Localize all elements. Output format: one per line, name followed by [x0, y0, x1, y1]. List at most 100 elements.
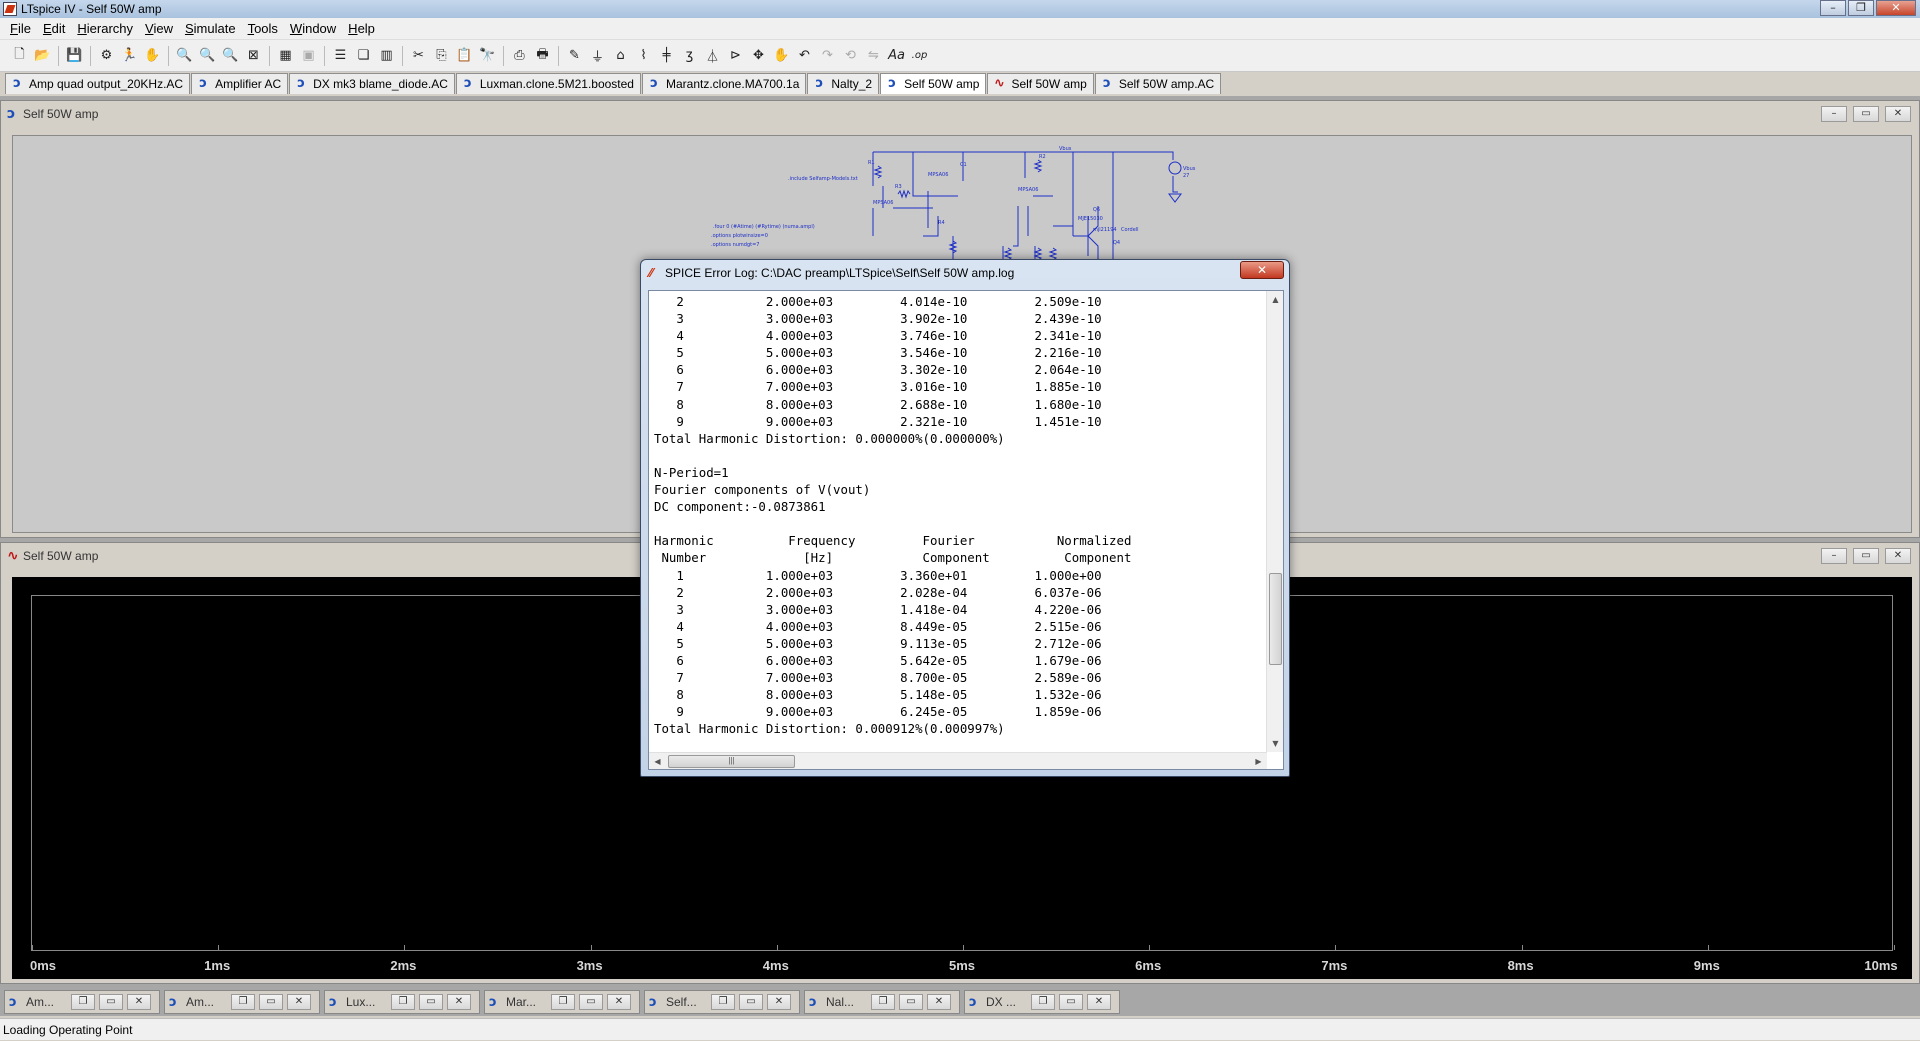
four-directive[interactable]: .four 0 (#Atime) (#Rytime) (numa.ampl)	[713, 224, 815, 230]
tab-amp-quad-output[interactable]: ↄ Amp quad output_20KHz.AC	[5, 73, 191, 94]
menu-window[interactable]: Window	[284, 21, 342, 36]
c1-label[interactable]: C1	[960, 162, 967, 168]
component-icon[interactable]: ⊳	[724, 44, 747, 67]
q4-label[interactable]: MJE15030	[1078, 216, 1103, 222]
tab-self-50w-amp-waveform[interactable]: ∿ Self 50W amp	[987, 73, 1094, 94]
cut-icon[interactable]: ✂	[407, 44, 430, 67]
menu-tools[interactable]: Tools	[242, 21, 284, 36]
tab-amplifier-ac[interactable]: ↄ Amplifier AC	[191, 73, 289, 94]
tab-luxman[interactable]: ↄ Luxman.clone.5M21.boosted	[455, 73, 641, 94]
menu-hierarchy[interactable]: Hierarchy	[71, 21, 139, 36]
waveform-close-button[interactable]: ✕	[1885, 548, 1911, 564]
print-icon[interactable]: 🖶	[531, 44, 554, 67]
q6-label[interactable]: Q6	[1093, 207, 1100, 213]
cascade-icon[interactable]: ❏	[352, 44, 375, 67]
zoom-out-icon[interactable]: 🔍	[219, 44, 242, 67]
log-close-button[interactable]: ✕	[1240, 261, 1284, 279]
minimized-restore-button[interactable]: ❐	[551, 994, 575, 1010]
minimized-maximize-button[interactable]: ▭	[419, 994, 443, 1010]
minimized-maximize-button[interactable]: ▭	[579, 994, 603, 1010]
menu-help[interactable]: Help	[342, 21, 381, 36]
rotate-icon[interactable]: ⟲	[839, 44, 862, 67]
minimized-maximize-button[interactable]: ▭	[99, 994, 123, 1010]
minimized-close-button[interactable]: ✕	[1087, 994, 1111, 1010]
spice-directive-icon[interactable]: .op	[908, 44, 931, 67]
text-icon[interactable]: Aa	[885, 44, 908, 67]
zoom-fit-icon[interactable]: ⊠	[242, 44, 265, 67]
new-schematic-icon[interactable]: 🗋	[8, 44, 31, 67]
options-directive-2[interactable]: .options numdgt=7	[711, 242, 759, 248]
label-net-icon[interactable]: ⌂	[609, 44, 632, 67]
minimized-window[interactable]: ↄ Am... ❐ ▭ ✕	[4, 990, 160, 1014]
horizontal-scroll-thumb[interactable]: |||	[668, 755, 795, 768]
redo-icon[interactable]: ↷	[816, 44, 839, 67]
q5-label[interactable]: mjl21194	[1093, 227, 1117, 233]
scroll-down-arrow-icon[interactable]: ▼	[1267, 735, 1284, 752]
copy-icon[interactable]: ⎘	[430, 44, 453, 67]
restore-button[interactable]: ❐	[1848, 0, 1874, 16]
menu-simulate[interactable]: Simulate	[179, 21, 242, 36]
minimize-button[interactable]: –	[1820, 0, 1846, 16]
minimized-window[interactable]: ↄ Am... ❐ ▭ ✕	[164, 990, 320, 1014]
run-icon[interactable]: 🏃	[118, 44, 141, 67]
tab-self-50w-amp[interactable]: ↄ Self 50W amp	[880, 73, 987, 94]
log-text-area[interactable]: 2 2.000e+03 4.014e-10 2.509e-10 3 3.000e…	[648, 290, 1284, 770]
autorange-icon[interactable]: ▦	[274, 44, 297, 67]
resistor-icon[interactable]: ⌇	[632, 44, 655, 67]
schematic-minimize-button[interactable]: –	[1821, 106, 1847, 122]
scroll-right-arrow-icon[interactable]: ▶	[1250, 753, 1267, 770]
close-button[interactable]: ✕	[1876, 0, 1916, 16]
control-panel-icon[interactable]: ⚙	[95, 44, 118, 67]
move-icon[interactable]: ✥	[747, 44, 770, 67]
tile-horizontal-icon[interactable]: ☰	[329, 44, 352, 67]
q3-label[interactable]: MPSA06	[1018, 187, 1038, 193]
r1-label[interactable]: R1	[868, 160, 875, 166]
r2-label[interactable]: R2	[1039, 154, 1046, 160]
cond-label[interactable]: Cordell	[1121, 227, 1139, 233]
menu-edit[interactable]: Edit	[37, 21, 71, 36]
q1-label[interactable]: MPSA06	[928, 172, 948, 178]
minimized-close-button[interactable]: ✕	[447, 994, 471, 1010]
vsrc-name-label[interactable]: Vbus	[1183, 166, 1196, 172]
vsrc-value-label[interactable]: 27	[1183, 173, 1189, 179]
scroll-left-arrow-icon[interactable]: ◀	[649, 753, 666, 770]
minimized-window[interactable]: ↄ Nal... ❐ ▭ ✕	[804, 990, 960, 1014]
r4-label[interactable]: R4	[938, 220, 945, 226]
undo-icon[interactable]: ↶	[793, 44, 816, 67]
schematic-close-button[interactable]: ✕	[1885, 106, 1911, 122]
tab-dx-mk3[interactable]: ↄ DX mk3 blame_diode.AC	[289, 73, 455, 94]
minimized-close-button[interactable]: ✕	[607, 994, 631, 1010]
tile-vertical-icon[interactable]: ▥	[375, 44, 398, 67]
minimized-close-button[interactable]: ✕	[927, 994, 951, 1010]
waveform-maximize-button[interactable]: ▭	[1853, 548, 1879, 564]
minimized-restore-button[interactable]: ❐	[871, 994, 895, 1010]
capacitor-icon[interactable]: ╪	[655, 44, 678, 67]
minimized-restore-button[interactable]: ❐	[711, 994, 735, 1010]
horizontal-scrollbar[interactable]: ◀ ||| ▶	[649, 752, 1267, 769]
paste-icon[interactable]: 📋	[453, 44, 476, 67]
voltage-source-symbol[interactable]	[1168, 161, 1182, 175]
include-directive[interactable]: .include Selfamp-Models.txt	[788, 176, 858, 182]
tab-self-50w-amp-ac[interactable]: ↄ Self 50W amp.AC	[1094, 73, 1222, 94]
scroll-up-arrow-icon[interactable]: ▲	[1267, 291, 1284, 308]
minimized-maximize-button[interactable]: ▭	[1059, 994, 1083, 1010]
minimized-maximize-button[interactable]: ▭	[259, 994, 283, 1010]
menu-file[interactable]: File	[4, 21, 37, 36]
wire-icon[interactable]: ✎	[563, 44, 586, 67]
schematic-maximize-button[interactable]: ▭	[1853, 106, 1879, 122]
q4-net-label[interactable]: Q4	[1113, 240, 1120, 246]
save-icon[interactable]: 💾	[63, 44, 86, 67]
ground-icon[interactable]: ⏚	[586, 44, 609, 67]
vertical-scroll-thumb[interactable]	[1269, 573, 1282, 665]
tab-marantz[interactable]: ↄ Marantz.clone.MA700.1a	[641, 73, 807, 94]
vbus-net-label[interactable]: Vbus	[1059, 146, 1072, 152]
minimized-window[interactable]: ↄ Mar... ❐ ▭ ✕	[484, 990, 640, 1014]
zoom-in-icon[interactable]: 🔍	[173, 44, 196, 67]
waveform-minimize-button[interactable]: –	[1821, 548, 1847, 564]
find-icon[interactable]: 🔭	[476, 44, 499, 67]
options-directive-1[interactable]: .options plotwinsize=0	[711, 233, 768, 239]
zoom-pan-icon[interactable]: 🔍	[196, 44, 219, 67]
minimized-restore-button[interactable]: ❐	[1031, 994, 1055, 1010]
minimized-restore-button[interactable]: ❐	[231, 994, 255, 1010]
delete-traces-icon[interactable]: ▣	[297, 44, 320, 67]
